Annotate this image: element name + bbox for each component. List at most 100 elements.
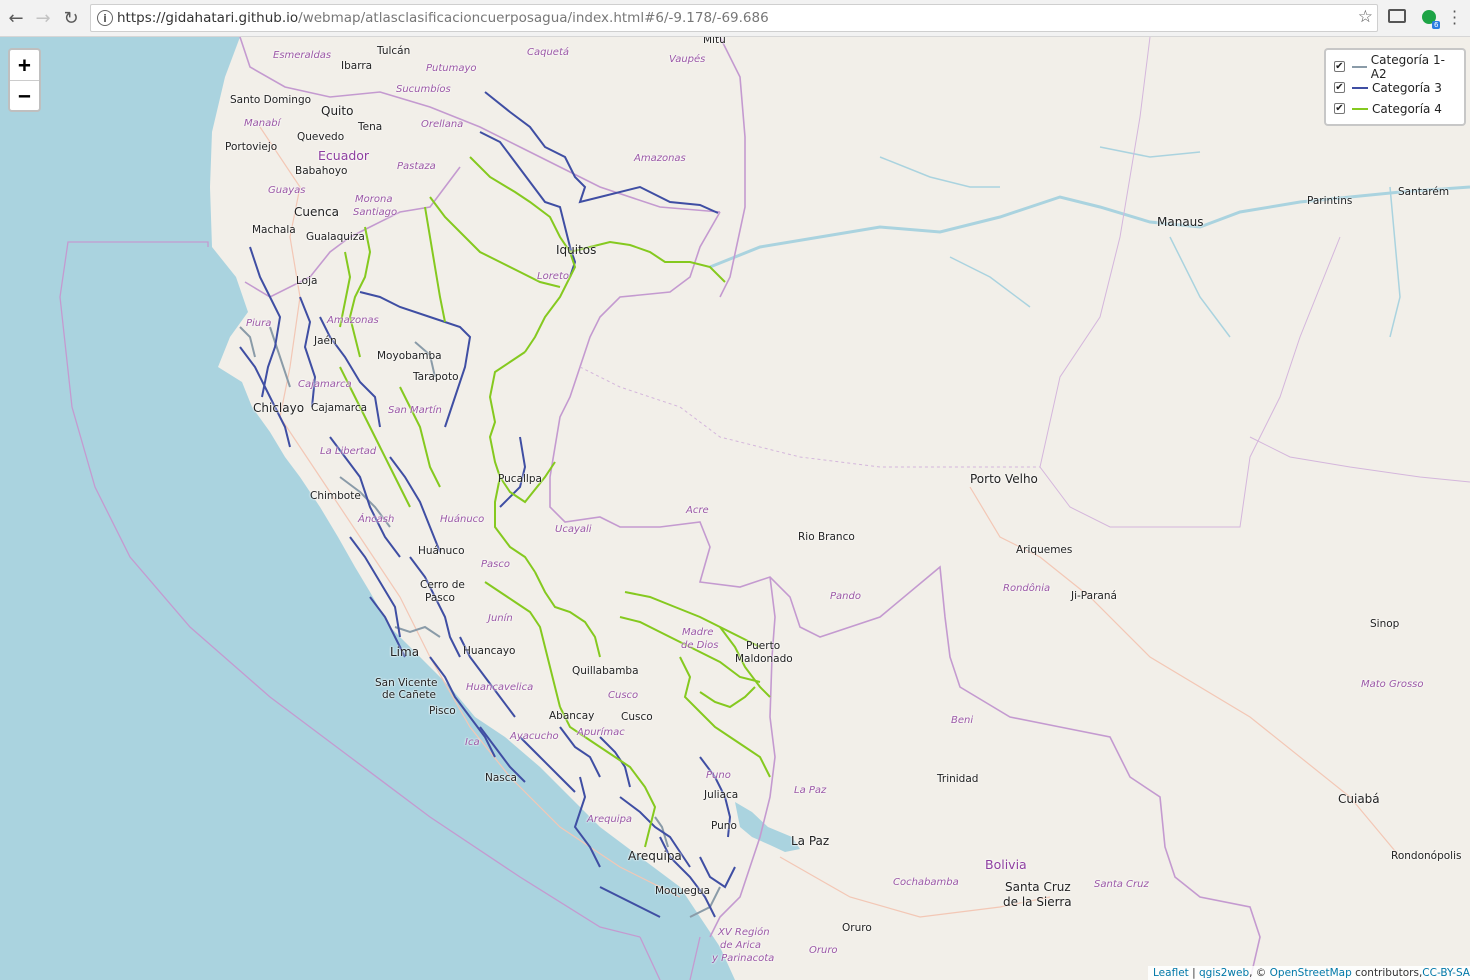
place-label: Maldonado [735,653,793,665]
layer-checkbox[interactable]: ✔ [1334,61,1345,72]
bookmark-star-icon[interactable]: ☆ [1358,7,1373,27]
cast-icon[interactable] [1388,9,1406,23]
state-border [1039,37,1341,528]
region-label: Pando [830,591,861,602]
region-label: Sucumbíos [396,84,451,95]
region-label: Arequipa [587,814,633,825]
menu-kebab-icon[interactable]: · · · [1452,4,1457,32]
qgis2web-link[interactable]: qgis2web [1199,967,1249,979]
place-label: Santarém [1398,186,1450,198]
region-label: Santiago [353,207,398,218]
map-tiles [0,37,1470,980]
region-label: La Libertad [320,446,377,457]
place-label: Sinop [1370,618,1400,630]
layer-control: ✔ Categoría 1-A2 ✔ Categoría 3 ✔ Categor… [1324,48,1466,126]
country-border [549,211,1261,980]
zoom-control: + − [8,48,41,112]
region-label: Loreto [537,271,569,282]
layer-toggle-categoria-4[interactable]: ✔ Categoría 4 [1334,98,1456,119]
layer-toggle-categoria-3[interactable]: ✔ Categoría 3 [1334,77,1456,98]
place-label: Jaén [314,335,337,347]
place-label: Pasco [425,592,455,604]
place-label: San Vicente [375,677,438,689]
place-label: Chimbote [310,490,361,502]
map-attribution: Leaflet | qgis2web, © OpenStreetMap cont… [1148,966,1470,980]
place-label: Puno [711,820,737,832]
layer-checkbox[interactable]: ✔ [1334,82,1345,93]
attribution-contributors: contributors, [1351,967,1423,979]
info-icon[interactable]: i [97,10,113,26]
place-label: Quito [321,104,354,118]
place-label: de Cañete [382,689,436,701]
region-label: Huánuco [440,514,485,525]
place-label: Arequipa [628,849,682,863]
osm-link[interactable]: OpenStreetMap [1270,967,1352,979]
place-label: Pisco [429,705,456,717]
region-label: Morona [355,194,393,205]
place-label: Abancay [549,710,595,722]
back-arrow-icon[interactable]: ← [4,6,28,30]
place-label: Quillabamba [572,665,639,677]
place-label: Ibarra [341,60,373,72]
place-label: Lima [390,645,420,659]
leaflet-link[interactable]: Leaflet [1153,967,1189,979]
place-label: Cuenca [294,205,339,219]
place-label: Rondonópolis [1391,850,1462,862]
region-label: Esmeraldas [273,50,332,61]
extension-badge: 6 [1432,21,1441,29]
region-label: Vaupés [669,54,706,65]
region-label: Manabí [244,118,281,129]
place-label: Moyobamba [377,350,442,362]
place-label: Cusco [621,711,653,723]
place-label: Cerro de [420,579,465,591]
place-label: Moquegua [655,885,711,897]
region-label: XV Región [718,927,770,938]
place-label: Rio Branco [798,531,855,543]
zoom-out-button[interactable]: − [10,80,39,110]
layer-label: Categoría 4 [1372,101,1442,116]
region-label: Piura [246,318,272,329]
place-label: de la Sierra [1003,895,1072,909]
place-label: Machala [252,224,296,236]
url-text[interactable]: https://gidahatari.github.io/webmap/atla… [117,10,769,26]
tributary-river [879,146,1401,338]
forward-arrow-icon[interactable]: → [31,6,55,30]
layer-swatch [1351,65,1367,68]
region-label: Rondônia [1003,583,1051,594]
place-label: Mitú [703,37,726,46]
place-label: Santo Domingo [230,94,312,106]
reload-icon[interactable]: ↻ [59,6,83,30]
region-label: Huancavelica [466,682,534,693]
region-label: Junín [488,613,513,624]
address-bar[interactable]: i https://gidahatari.github.io/webmap/at… [90,4,1378,32]
layer-label: Categoría 3 [1372,80,1442,95]
place-label: Ji-Paraná [1071,590,1117,602]
place-label: La Paz [791,834,830,848]
layer-checkbox[interactable]: ✔ [1334,103,1345,114]
place-label: Juliaca [704,789,739,801]
place-label: Portoviejo [225,141,278,153]
place-label: Tena [358,121,383,133]
region-label: Mato Grosso [1361,679,1424,690]
place-label: Trinidad [937,773,979,785]
country-label: Ecuador [318,148,370,163]
region-label: y Parinacota [712,953,775,964]
zoom-in-button[interactable]: + [10,50,39,80]
region-label: Amazonas [327,315,379,326]
place-label: Porto Velho [970,472,1038,486]
map-canvas[interactable]: Tulcán Esmeraldas Ibarra Santo Domingo Q… [0,37,1470,980]
region-label: Acre [686,505,709,516]
region-label: Ica [465,737,480,748]
region-label: Guayas [268,185,306,196]
layer-toggle-categoria-1-a2[interactable]: ✔ Categoría 1-A2 [1334,53,1456,81]
place-label: Gualaquiza [306,231,365,243]
region-label: San Martín [388,405,442,416]
license-link[interactable]: CC-BY-SA [1422,967,1470,979]
layer-swatch [1352,86,1368,89]
pacific-ocean [0,37,735,980]
amazon-river [709,185,1470,269]
place-label: Oruro [842,922,872,934]
layer-label: Categoría 1-A2 [1370,52,1445,81]
region-label: Ayacucho [510,731,559,742]
place-label: Cajamarca [311,402,368,414]
